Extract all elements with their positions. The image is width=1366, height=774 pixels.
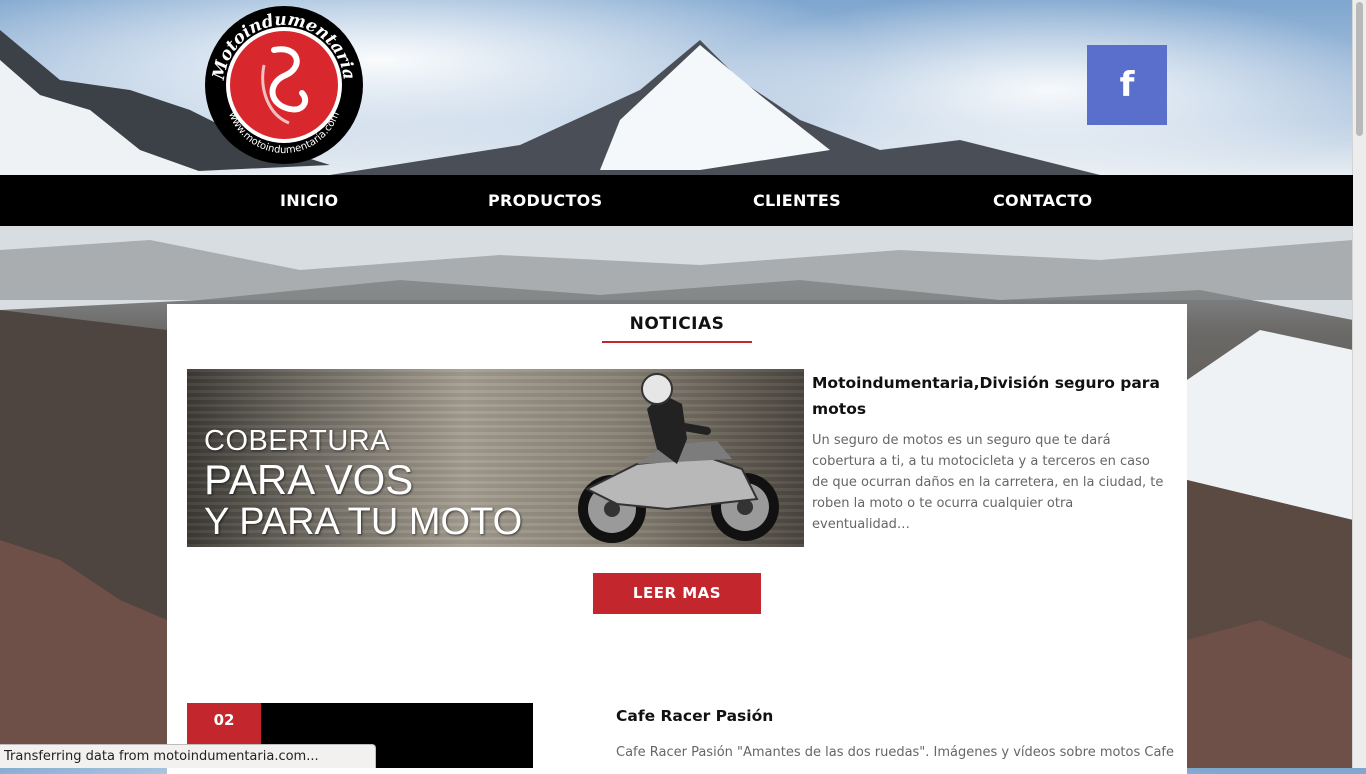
- nav-item-clientes[interactable]: CLIENTES: [753, 175, 841, 226]
- browser-status-bar: Transferring data from motoindumentaria.…: [0, 744, 376, 768]
- leer-mas-button[interactable]: LEER MAS: [593, 573, 761, 614]
- news-title-seguro[interactable]: Motoindumentaria,División seguro para mo…: [812, 370, 1172, 422]
- image-caption-line-1: COBERTURA: [204, 425, 391, 457]
- main-nav: INICIO PRODUCTOS CLIENTES CONTACTO: [0, 175, 1353, 226]
- image-caption-line-3: Y PARA TU MOTO: [204, 501, 523, 543]
- news-excerpt-cafe-racer: Cafe Racer Pasión "Amantes de las dos ru…: [616, 745, 1175, 760]
- nav-item-inicio[interactable]: INICIO: [280, 175, 338, 226]
- site-logo[interactable]: Motoindumentaria www.motoindumentaria.co…: [204, 5, 364, 165]
- news-title-cafe-racer[interactable]: Cafe Racer Pasión: [616, 704, 1116, 728]
- news-excerpt-seguro: Un seguro de motos es un seguro que te d…: [812, 433, 1164, 532]
- nav-item-contacto[interactable]: CONTACTO: [993, 175, 1092, 226]
- nav-item-productos[interactable]: PRODUCTOS: [488, 175, 602, 226]
- logo-emblem: Motoindumentaria www.motoindumentaria.co…: [205, 6, 363, 164]
- image-caption-line-2: PARA VOS: [204, 456, 414, 503]
- section-title: NOTICIAS: [629, 314, 725, 334]
- news-image-seguro[interactable]: COBERTURA PARA VOS Y PARA TU MOTO: [187, 369, 804, 547]
- date-badge-day: 02: [213, 711, 235, 729]
- scrollbar-thumb[interactable]: [1356, 2, 1363, 136]
- facebook-icon: f: [1119, 65, 1135, 105]
- motorcycle-rider-illustration: [578, 373, 779, 543]
- facebook-button[interactable]: f: [1087, 45, 1167, 125]
- section-title-underline: [602, 341, 752, 343]
- page-scrollbar[interactable]: [1352, 0, 1366, 768]
